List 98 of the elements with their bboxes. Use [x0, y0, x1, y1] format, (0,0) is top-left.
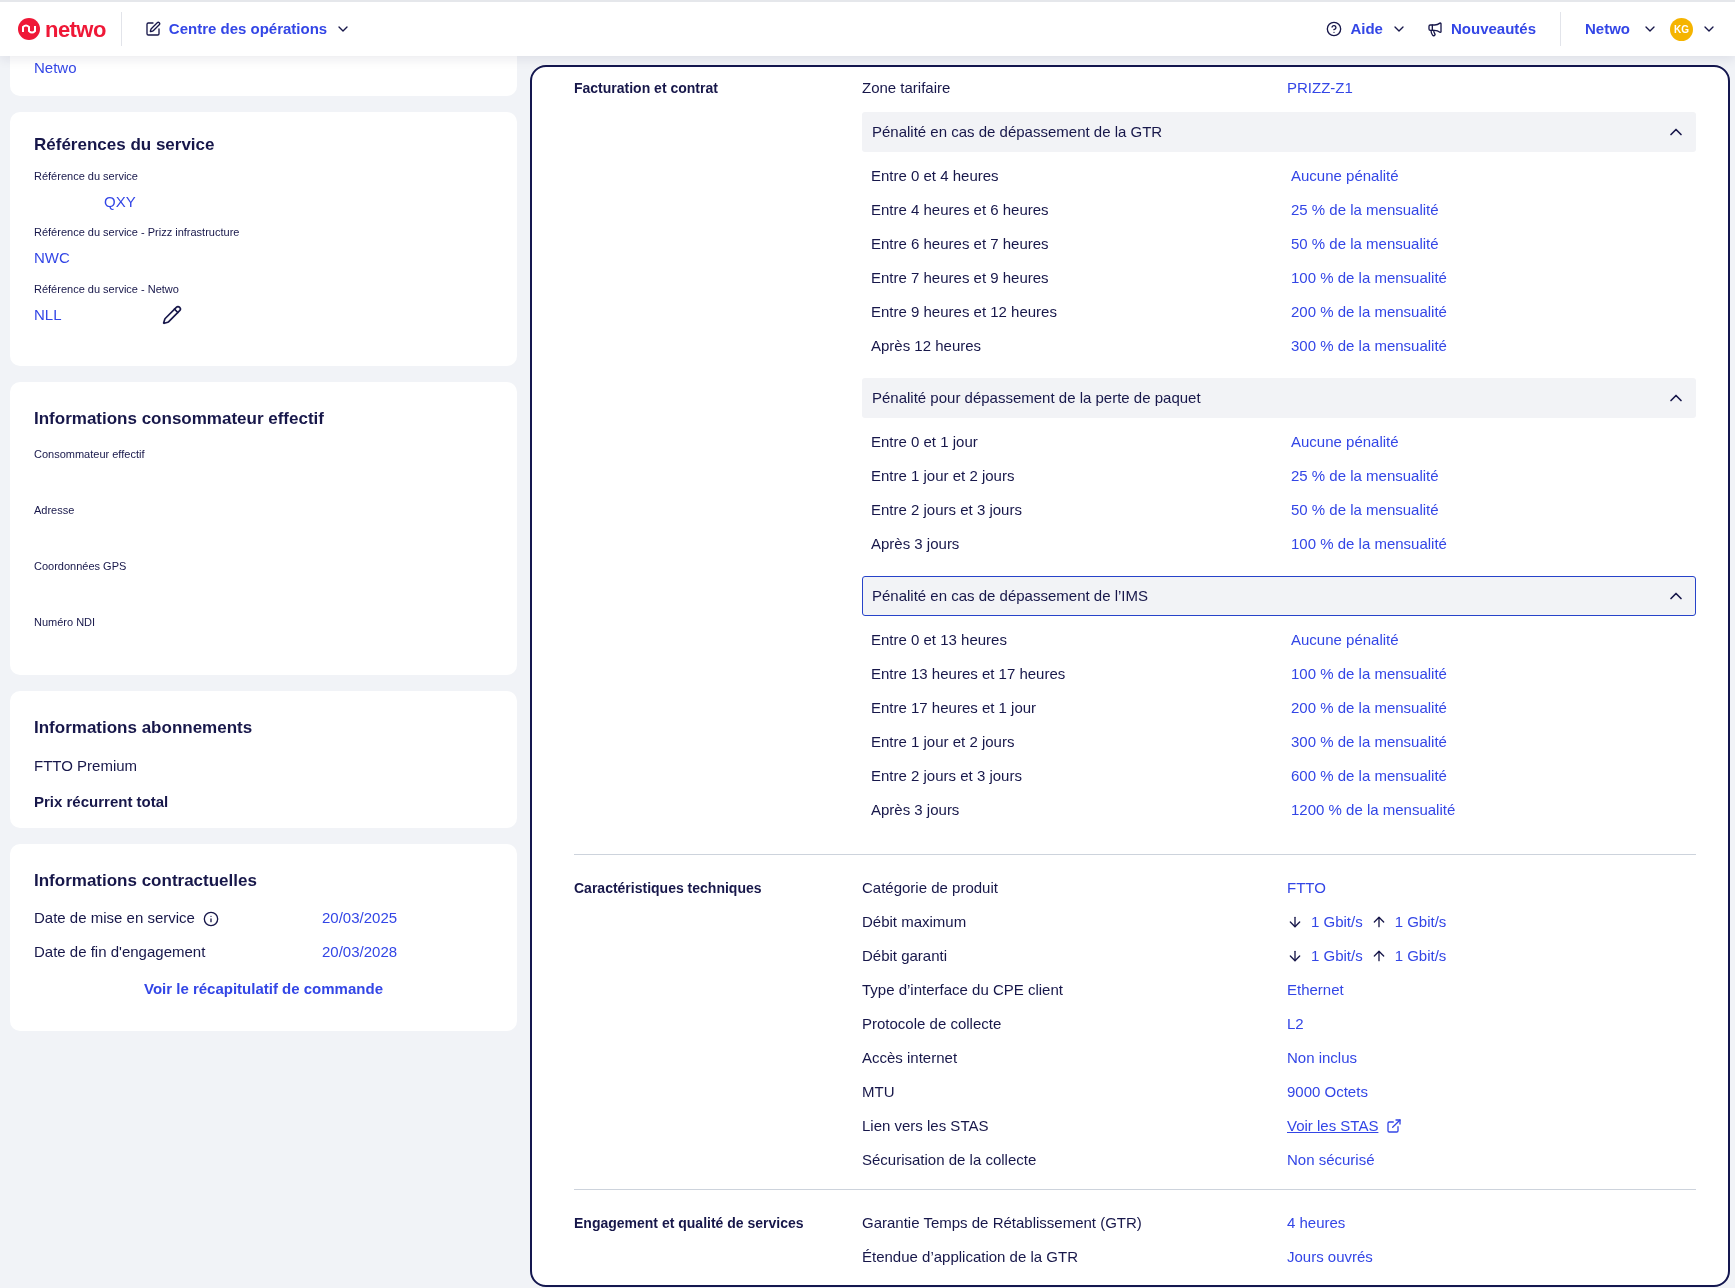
accordion-header[interactable]: Pénalité en cas de dépassement de l’IMS: [862, 576, 1696, 616]
date-value: 20/03/2025: [322, 908, 398, 929]
reference-value: NLL: [34, 304, 62, 325]
penalty-period: Entre 0 et 1 jour: [871, 431, 979, 452]
field-label: MTU: [862, 1081, 896, 1102]
penalty-value: Aucune pénalité: [1291, 165, 1399, 186]
penalty-value: 25 % de la mensualité: [1291, 199, 1439, 220]
penalty-period: Entre 7 heures et 9 heures: [871, 267, 1050, 288]
penalty-period: Entre 9 heures et 12 heures: [871, 301, 1058, 322]
field-label: Débit maximum: [862, 911, 968, 932]
section-title: Engagement et qualité de services: [574, 1213, 804, 1233]
penalty-value: 50 % de la mensualité: [1291, 233, 1439, 254]
field-label: Étendue d’application de la GTR: [862, 1246, 1079, 1267]
field-label: Référence du service: [34, 168, 139, 184]
card-title: Informations contractuelles: [34, 870, 258, 892]
penalty-period: Entre 17 heures et 1 jour: [871, 697, 1038, 718]
edit-icon[interactable]: [161, 305, 182, 325]
penalty-value: 300 % de la mensualité: [1291, 731, 1447, 752]
news-button[interactable]: Nouveautés: [1426, 17, 1536, 41]
penalty-period: Entre 6 heures et 7 heures: [871, 233, 1050, 254]
card-title: Informations abonnements: [34, 717, 254, 739]
field-label: Type d’interface du CPE client: [862, 979, 1064, 1000]
megaphone-icon: [1426, 21, 1443, 37]
upload-speed: 1 Gbit/s: [1394, 911, 1447, 932]
help-menu[interactable]: Aide: [1326, 17, 1407, 41]
info-icon: [202, 910, 219, 927]
download-speed: 1 Gbit/s: [1311, 911, 1363, 932]
accordion-header[interactable]: Pénalité pour dépassement de la perte de paquet: [862, 378, 1696, 418]
field-value: PRIZZ-Z1: [1287, 77, 1353, 98]
penalty-value: Aucune pénalité: [1291, 431, 1399, 452]
date-value: 20/03/2028: [322, 942, 398, 963]
card-title: Informations consommateur effectif: [34, 408, 325, 430]
penalty-period: Entre 2 jours et 3 jours: [871, 499, 1023, 520]
field-label: Coordonnées GPS: [34, 558, 128, 574]
penalty-value: Aucune pénalité: [1291, 629, 1399, 650]
penalty-value: 100 % de la mensualité: [1291, 663, 1447, 684]
field-label: Adresse: [34, 502, 76, 518]
stas-link[interactable]: Voir les STAS: [1287, 1114, 1379, 1138]
section-title: Caractéristiques techniques: [574, 878, 762, 898]
field-label: Date de fin d'engagement: [34, 942, 206, 963]
penalty-value: 600 % de la mensualité: [1291, 765, 1447, 786]
total-price-label: Prix récurrent total: [34, 792, 170, 812]
penalty-value: 100 % de la mensualité: [1291, 267, 1447, 288]
penalty-period: Après 3 jours: [871, 799, 961, 820]
field-label: Référence du service - Prizz infrastructure: [34, 225, 241, 240]
penalty-period: Entre 1 jour et 2 jours: [871, 731, 1016, 752]
field-label: Catégorie de produit: [862, 877, 999, 898]
accordion-header[interactable]: Pénalité en cas de dépassement de la GTR: [862, 112, 1696, 152]
company-name: Netwo: [34, 59, 77, 76]
penalty-value: 100 % de la mensualité: [1291, 533, 1447, 554]
logo-icon: [18, 18, 40, 40]
penalty-value: 50 % de la mensualité: [1291, 499, 1439, 520]
penalty-period: Entre 2 jours et 3 jours: [871, 765, 1023, 786]
plan-name: FTTO Premium: [34, 755, 139, 776]
field-label: Numéro NDI: [34, 614, 97, 630]
field-label: Référence du service - Netwo: [34, 281, 180, 297]
field-label: Protocole de collecte: [862, 1013, 1003, 1034]
card-title: Références du service: [34, 134, 216, 156]
field-label: Consommateur effectif: [34, 446, 146, 462]
penalty-period: Après 3 jours: [871, 533, 961, 554]
order-summary-link[interactable]: Voir le récapitulatif de commande: [144, 977, 383, 1000]
field-value: Ethernet: [1287, 979, 1344, 1000]
field-label: Débit garanti: [862, 945, 949, 966]
external-link-icon: [1386, 1118, 1403, 1134]
upload-speed: 1 Gbit/s: [1394, 945, 1447, 966]
field-value: 4 heures: [1287, 1212, 1346, 1233]
field-label: Accès internet: [862, 1047, 959, 1068]
account-menu[interactable]: Netwo: [1585, 17, 1658, 41]
penalty-period: Après 12 heures: [871, 335, 983, 356]
field-value: L2: [1287, 1013, 1304, 1034]
operations-menu[interactable]: Centre des opérations: [144, 17, 352, 41]
penalty-value: 25 % de la mensualité: [1291, 465, 1439, 486]
reference-value: NWC: [34, 248, 70, 269]
field-label: Date de mise en service: [34, 908, 195, 929]
penalty-period: Entre 13 heures et 17 heures: [871, 663, 1067, 684]
penalty-period: Entre 1 jour et 2 jours: [871, 465, 1016, 486]
download-speed: 1 Gbit/s: [1311, 945, 1363, 966]
penalty-period: Entre 0 et 4 heures: [871, 165, 1000, 186]
penalty-value: 1200 % de la mensualité: [1291, 799, 1456, 820]
field-value: FTTO: [1287, 877, 1326, 898]
field-label: Sécurisation de la collecte: [862, 1149, 1038, 1170]
field-label: Zone tarifaire: [862, 77, 952, 98]
logo-text: netwo: [45, 15, 106, 44]
field-value: Non sécurisé: [1287, 1149, 1375, 1170]
field-value: Non inclus: [1287, 1047, 1358, 1068]
help-icon: [1326, 21, 1343, 37]
penalty-value: 200 % de la mensualité: [1291, 301, 1447, 322]
task-icon: [144, 21, 161, 37]
field-label: Garantie Temps de Rétablissement (GTR): [862, 1212, 1143, 1233]
reference-value: QXY: [103, 191, 136, 212]
penalty-value: 300 % de la mensualité: [1291, 335, 1447, 356]
penalty-value: 200 % de la mensualité: [1291, 697, 1447, 718]
penalty-period: Entre 0 et 13 heures: [871, 629, 1008, 650]
section-title: Facturation et contrat: [574, 78, 718, 98]
field-value: Jours ouvrés: [1287, 1246, 1373, 1267]
field-label: Lien vers les STAS: [862, 1115, 990, 1136]
field-value: 9000 Octets: [1287, 1081, 1368, 1102]
penalty-period: Entre 4 heures et 6 heures: [871, 199, 1050, 220]
